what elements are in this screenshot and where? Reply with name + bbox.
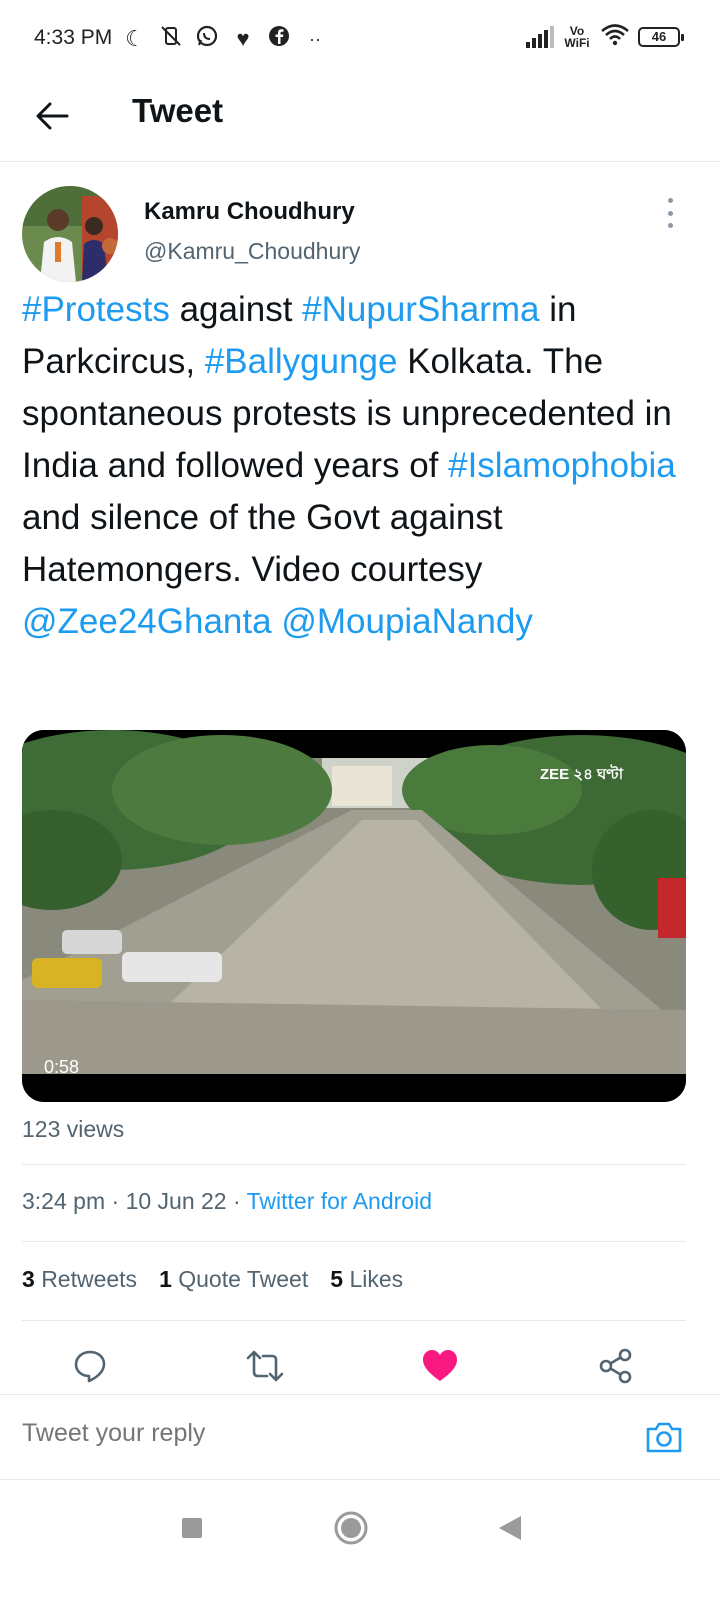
- hashtag-link[interactable]: #Ballygunge: [205, 342, 398, 381]
- retweet-icon: [246, 1350, 284, 1382]
- tweet-actions: [0, 1338, 720, 1394]
- vibrate-off-icon: [158, 24, 184, 54]
- more-dots-icon: ··: [309, 29, 321, 49]
- retweets-count: 3: [22, 1266, 35, 1292]
- back-button[interactable]: [30, 94, 74, 138]
- video-thumbnail: ZEE ২৪ ঘণ্টা: [22, 730, 686, 1102]
- hashtag-link[interactable]: #NupurSharma: [302, 290, 539, 329]
- share-icon: [599, 1348, 632, 1384]
- square-icon: [182, 1518, 202, 1538]
- quotes-stat[interactable]: 1 Quote Tweet: [159, 1266, 308, 1293]
- tweet-text-segment: and silence of the Govt against Hatemong…: [22, 498, 503, 589]
- triangle-back-icon: [499, 1516, 521, 1540]
- retweets-stat[interactable]: 3 Retweets: [22, 1266, 137, 1293]
- retweets-label: Retweets: [41, 1266, 138, 1292]
- tweet-text-segment: [272, 602, 282, 641]
- tweet-text-segment: against: [169, 290, 303, 329]
- battery-icon: 46: [638, 26, 684, 47]
- mention-link[interactable]: @Zee24Ghanta: [22, 602, 272, 641]
- reply-button[interactable]: [68, 1344, 112, 1388]
- view-count[interactable]: 123 views: [22, 1116, 124, 1143]
- signal-icon: [526, 25, 554, 48]
- heart-icon: ♥: [236, 26, 250, 51]
- kebab-dot: [667, 198, 673, 203]
- recents-button[interactable]: [168, 1504, 216, 1552]
- circle-home-icon: [334, 1511, 368, 1545]
- divider: [22, 1241, 686, 1242]
- app-header: Tweet: [0, 78, 720, 162]
- back-nav-button[interactable]: [486, 1504, 534, 1552]
- channel-logo: ZEE ২৪ ঘণ্টা: [540, 764, 624, 783]
- divider: [22, 1164, 686, 1165]
- meta-separator: ·: [111, 1188, 126, 1214]
- more-options-button[interactable]: [662, 198, 678, 228]
- home-button[interactable]: [327, 1504, 375, 1552]
- facebook-icon: [266, 24, 292, 54]
- tweet-date: 10 Jun 22: [125, 1188, 227, 1214]
- wifi-icon: [600, 22, 630, 51]
- mention-link[interactable]: @MoupiaNandy: [281, 602, 533, 641]
- vowifi-label: Vo WiFi: [564, 23, 590, 50]
- like-button[interactable]: [418, 1344, 462, 1388]
- system-icons: Vo WiFi 46: [526, 22, 684, 51]
- share-button[interactable]: [594, 1344, 638, 1388]
- author-name[interactable]: Kamru Choudhury: [144, 198, 355, 226]
- page-title: Tweet: [132, 92, 224, 129]
- camera-button[interactable]: [642, 1415, 686, 1459]
- status-bar: 4:33 PM ☾ ♥ ·· Vo WiFi 46: [0, 0, 720, 78]
- heart-filled-icon: [423, 1350, 457, 1381]
- camera-icon: [646, 1422, 682, 1453]
- meta-separator: ·: [232, 1188, 247, 1214]
- moon-icon: ☾: [125, 26, 145, 51]
- reply-input[interactable]: [22, 1419, 582, 1448]
- hashtag-link[interactable]: #Islamophobia: [448, 446, 676, 485]
- system-nav-bar: [0, 1480, 720, 1600]
- engagement-stats: 3 Retweets 1 Quote Tweet 5 Likes: [22, 1266, 403, 1293]
- tweet-text: #Protests against #NupurSharma in Parkci…: [22, 284, 702, 648]
- tweet-source-link[interactable]: Twitter for Android: [247, 1188, 432, 1214]
- notification-icons: ☾ ♥ ··: [122, 24, 328, 54]
- likes-count: 5: [330, 1266, 344, 1292]
- hashtag-link[interactable]: #Protests: [22, 290, 170, 329]
- likes-stat[interactable]: 5 Likes: [330, 1266, 403, 1293]
- kebab-dot: [667, 210, 673, 216]
- divider: [22, 1320, 686, 1321]
- status-time: 4:33 PM: [34, 26, 113, 49]
- whatsapp-icon: [194, 24, 220, 54]
- avatar[interactable]: [22, 186, 118, 282]
- arrow-left-icon: [36, 102, 69, 130]
- likes-label: Likes: [349, 1266, 404, 1292]
- tweet-time: 3:24 pm: [22, 1188, 106, 1214]
- video-duration: 0:58: [44, 1057, 80, 1077]
- author-handle[interactable]: @Kamru_Choudhury: [144, 238, 360, 265]
- quotes-label: Quote Tweet: [178, 1266, 309, 1292]
- quotes-count: 1: [159, 1266, 172, 1292]
- tweet-meta: 3:24 pm · 10 Jun 22 · Twitter for Androi…: [22, 1188, 432, 1215]
- retweet-button[interactable]: [243, 1344, 287, 1388]
- kebab-dot: [667, 223, 673, 228]
- comment-icon: [74, 1350, 106, 1383]
- video-player[interactable]: ZEE ২৪ ঘণ্টা: [22, 730, 686, 1102]
- reply-bar: [0, 1394, 720, 1480]
